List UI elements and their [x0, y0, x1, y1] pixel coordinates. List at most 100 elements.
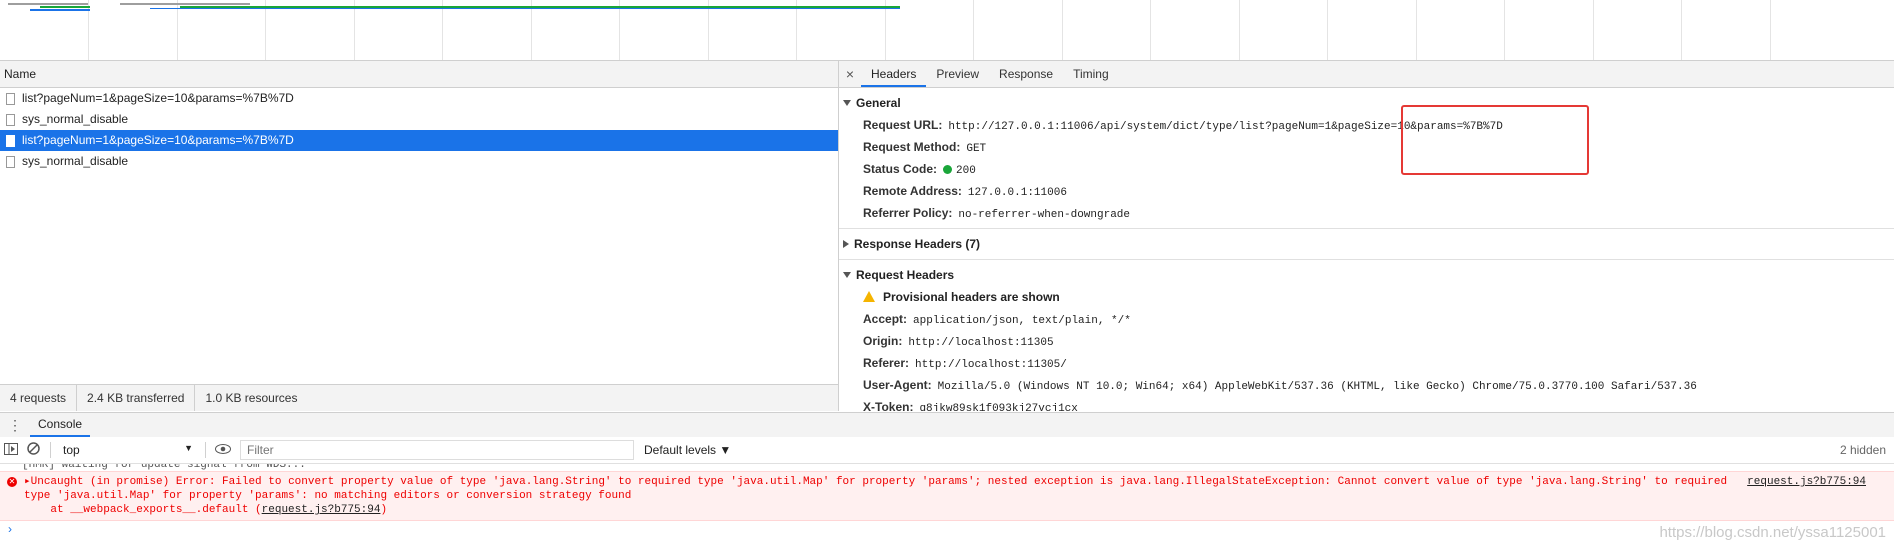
remote-address-value: 127.0.0.1:11006 [967, 187, 1067, 199]
timeline-gridline [354, 0, 355, 60]
timeline-request-bar [8, 3, 88, 5]
error-icon: ✕ [7, 477, 17, 487]
accept-header-row: Accept: application/json, text/plain, */* [839, 308, 1894, 330]
provisional-warning-text: Provisional headers are shown [883, 290, 1060, 304]
console-messages: [HMR] Waiting for update signal from WDS… [0, 464, 1894, 545]
clear-console-icon[interactable] [22, 442, 44, 458]
console-error-message: ✕ ▸Uncaught (in promise) Error: Failed t… [0, 471, 1894, 521]
request-count: 4 requests [0, 385, 78, 411]
request-url-row: Request URL: http://127.0.0.1:11006/api/s… [839, 114, 1894, 136]
detail-tabs: × Headers Preview Response Timing [839, 61, 1894, 88]
request-row[interactable]: list?pageNum=1&pageSize=10&params=%7B%7D [0, 88, 838, 109]
stack-prefix: at __webpack_exports__.default ( [24, 504, 262, 516]
toolbar-separator [205, 442, 206, 458]
request-row-selected[interactable]: list?pageNum=1&pageSize=10&params=%7B%7D [0, 130, 838, 151]
timeline-gridline [177, 0, 178, 60]
timeline-gridline [1593, 0, 1594, 60]
timeline-gridline [1504, 0, 1505, 60]
header-key: Referrer Policy: [863, 206, 953, 220]
timeline-gridline [1327, 0, 1328, 60]
toolbar-separator [50, 442, 51, 458]
referer-value: http://localhost:11305/ [915, 359, 1067, 371]
tab-preview[interactable]: Preview [926, 61, 989, 87]
header-key: X-Token: [863, 400, 914, 411]
request-name: sys_normal_disable [22, 154, 129, 168]
provisional-warning-row: Provisional headers are shown [839, 286, 1894, 308]
timeline-request-bar [120, 3, 250, 5]
header-key: Remote Address: [863, 184, 962, 198]
tab-headers[interactable]: Headers [861, 61, 927, 87]
header-key: Request Method: [863, 140, 961, 154]
eye-icon[interactable] [212, 443, 234, 457]
section-title: General [856, 96, 901, 110]
section-divider [839, 259, 1894, 260]
timeline-gridline [1770, 0, 1771, 60]
status-code-row: Status Code: 200 [839, 158, 1894, 180]
header-key: Request URL: [863, 118, 943, 132]
x-token-value: q8jkw89sk1f093kj27vcj1cx [919, 403, 1078, 411]
timeline-gridline [442, 0, 443, 60]
general-section-toggle[interactable]: General [839, 92, 1894, 114]
request-name: list?pageNum=1&pageSize=10&params=%7B%7D [22, 133, 294, 147]
timeline-gridline [531, 0, 532, 60]
request-headers-section-toggle[interactable]: Request Headers [839, 264, 1894, 286]
x-token-header-row: X-Token: q8jkw89sk1f093kj27vcj1cx [839, 396, 1894, 411]
close-icon[interactable]: × [839, 61, 861, 87]
referer-header-row: Referer: http://localhost:11305/ [839, 352, 1894, 374]
error-text-line[interactable]: ▸Uncaught (in promise) Error: Failed to … [24, 475, 1754, 489]
name-column-header[interactable]: Name [0, 61, 838, 88]
request-detail-panel: × Headers Preview Response Timing Genera… [839, 61, 1894, 411]
origin-value: http://localhost:11305 [908, 337, 1054, 349]
stack-source-link[interactable]: request.js?b775:94 [262, 504, 381, 516]
timeline-gridline [708, 0, 709, 60]
timeline-gridline [1239, 0, 1240, 60]
request-name: sys_normal_disable [22, 112, 129, 126]
more-vertical-icon[interactable]: ⋮ [0, 413, 30, 437]
request-name: list?pageNum=1&pageSize=10&params=%7B%7D [22, 91, 294, 105]
transferred-size: 2.4 KB transferred [77, 385, 196, 411]
log-levels-dropdown[interactable]: Default levels ▼ [644, 443, 731, 457]
request-row[interactable]: sys_normal_disable [0, 109, 838, 130]
timeline-gridline [1416, 0, 1417, 60]
document-icon [6, 92, 15, 105]
request-method-value: GET [966, 143, 987, 155]
timeline-gridline [973, 0, 974, 60]
network-overview-timeline[interactable] [0, 0, 1894, 61]
request-method-row: Request Method: GET [839, 136, 1894, 158]
header-key: Status Code: [863, 162, 938, 176]
context-select[interactable]: top ▼ [57, 443, 199, 457]
header-key: User-Agent: [863, 378, 932, 392]
accept-value: application/json, text/plain, */* [913, 315, 1131, 327]
user-agent-value: Mozilla/5.0 (Windows NT 10.0; Win64; x64… [937, 381, 1697, 393]
section-title: Response Headers (7) [854, 237, 981, 251]
section-title: Request Headers [856, 268, 955, 282]
request-row[interactable]: sys_normal_disable [0, 151, 838, 172]
tab-timing[interactable]: Timing [1063, 61, 1119, 87]
origin-header-row: Origin: http://localhost:11305 [839, 330, 1894, 352]
collapsed-triangle-icon [843, 240, 849, 248]
request-url-value: http://127.0.0.1:11006/api/system/dict/t… [948, 121, 1503, 133]
timeline-request-bar [30, 9, 90, 11]
document-icon [6, 155, 15, 168]
sidebar-toggle-icon[interactable] [0, 442, 22, 458]
response-headers-section-toggle[interactable]: Response Headers (7) [839, 233, 1894, 255]
tab-console[interactable]: Console [30, 413, 91, 437]
timeline-gridline [1150, 0, 1151, 60]
context-value: top [63, 443, 80, 457]
console-filter-input[interactable] [240, 440, 634, 460]
request-list-panel: Name list?pageNum=1&pageSize=10&params=%… [0, 61, 839, 411]
timeline-gridline [265, 0, 266, 60]
timeline-gridline [796, 0, 797, 60]
status-code-value: 200 [956, 165, 976, 177]
referrer-policy-row: Referrer Policy: no-referrer-when-downgra… [839, 202, 1894, 224]
console-prompt[interactable]: › [0, 521, 1894, 537]
expanded-triangle-icon [843, 100, 851, 106]
expanded-triangle-icon [843, 272, 851, 278]
error-source-link[interactable]: request.js?b775:94 [1747, 475, 1866, 489]
stack-suffix: ) [380, 504, 388, 516]
timeline-gridline [1681, 0, 1682, 60]
network-summary-bar: 4 requests 2.4 KB transferred 1.0 KB res… [0, 384, 838, 411]
chevron-down-icon: ▼ [184, 443, 193, 453]
hidden-messages-count: 2 hidden [1839, 443, 1886, 457]
tab-response[interactable]: Response [989, 61, 1063, 87]
